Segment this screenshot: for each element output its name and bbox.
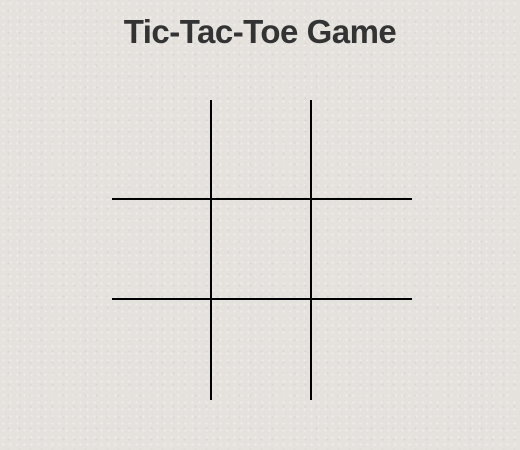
board-cell-2[interactable] (212, 100, 312, 200)
board-cell-7[interactable] (112, 300, 212, 400)
board-cell-6[interactable] (312, 200, 412, 300)
board-cell-8[interactable] (212, 300, 312, 400)
page-title: Tic-Tac-Toe Game (123, 13, 397, 50)
board-cell-4[interactable] (112, 200, 212, 300)
board-cell-9[interactable] (312, 300, 412, 400)
game-board (112, 100, 412, 400)
board-cell-1[interactable] (112, 100, 212, 200)
board-cell-3[interactable] (312, 100, 412, 200)
board-cell-5[interactable] (212, 200, 312, 300)
